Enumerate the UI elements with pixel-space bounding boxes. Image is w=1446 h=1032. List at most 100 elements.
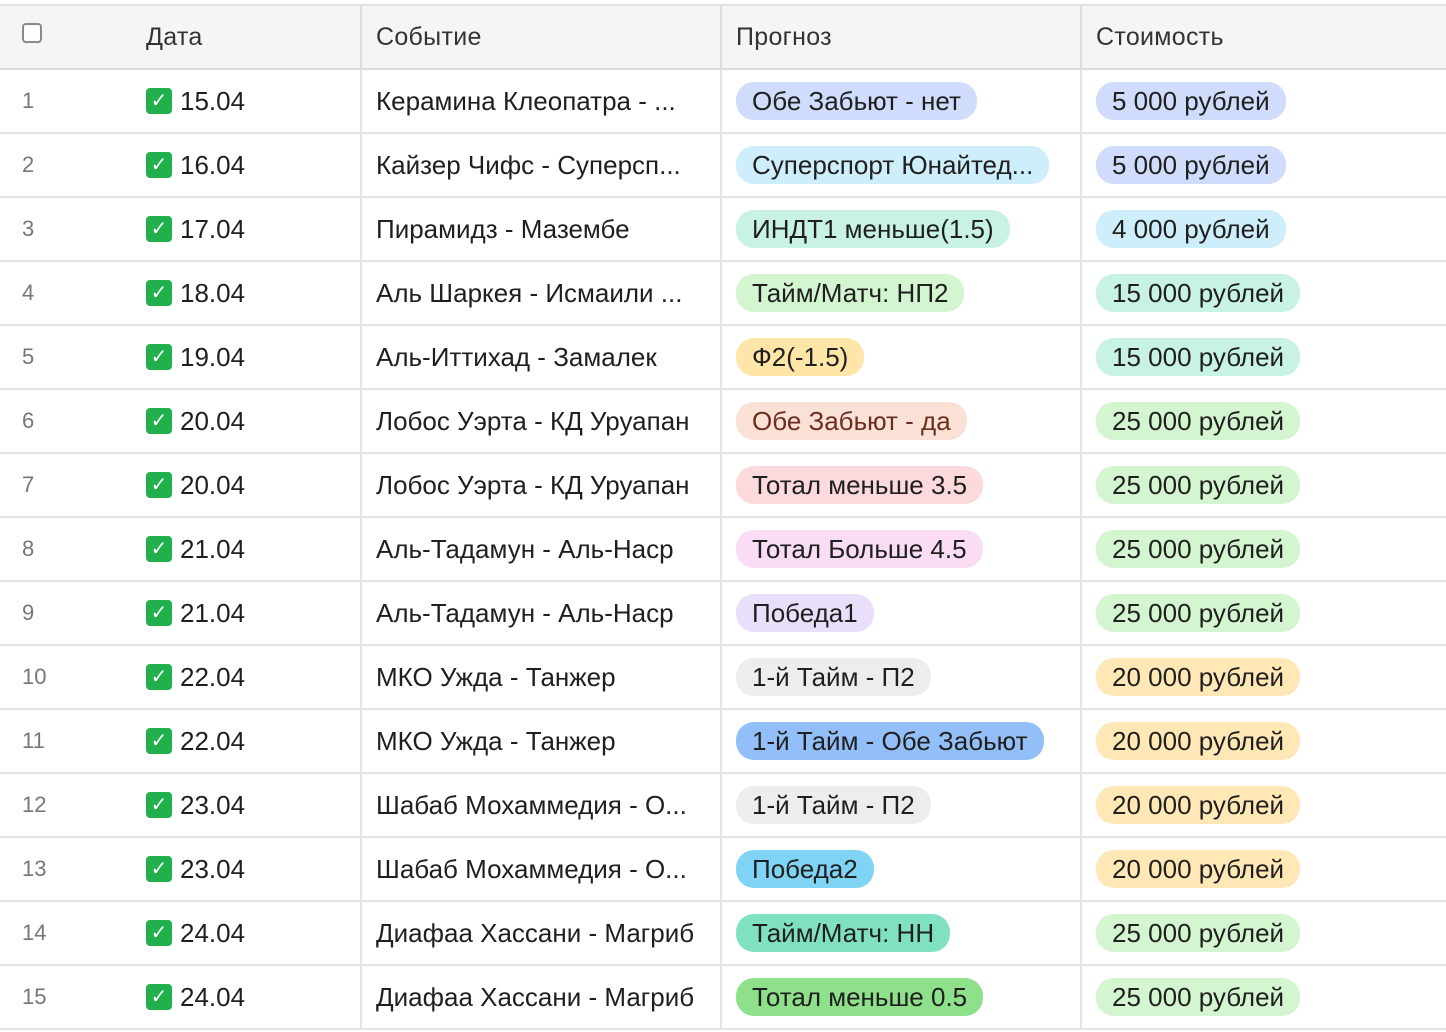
- prediction-cell[interactable]: Тотал меньше 3.5: [720, 454, 1080, 516]
- table-row[interactable]: 2 ✓ 16.04 Кайзер Чифс - Суперсп... Суперспор…: [0, 134, 1446, 198]
- cost-cell[interactable]: 20 000 рублей: [1080, 646, 1446, 708]
- date-cell[interactable]: ✓ 24.04: [140, 966, 360, 1028]
- date-cell[interactable]: ✓ 23.04: [140, 774, 360, 836]
- date-cell[interactable]: ✓ 15.04: [140, 70, 360, 132]
- event-cell[interactable]: Шабаб Мохаммедия - О...: [360, 774, 720, 836]
- table-row[interactable]: 14 ✓ 24.04 Диафаа Хассани - Магриб Тайм/Матч…: [0, 902, 1446, 966]
- date-cell[interactable]: ✓ 18.04: [140, 262, 360, 324]
- prediction-cell[interactable]: Обе Забьют - да: [720, 390, 1080, 452]
- event-label: МКО Ужда - Танжер: [376, 725, 616, 756]
- table-row[interactable]: 12 ✓ 23.04 Шабаб Мохаммедия - О... 1-й Тайм …: [0, 774, 1446, 838]
- table-row[interactable]: 7 ✓ 20.04 Лобос Уэрта - КД Уруапан Тотал мен…: [0, 454, 1446, 518]
- column-header-date[interactable]: Дата: [140, 6, 360, 68]
- cost-cell[interactable]: 15 000 рублей: [1080, 326, 1446, 388]
- table-row[interactable]: 3 ✓ 17.04 Пирамидз - Мазембе ИНДТ1 меньше(1.…: [0, 198, 1446, 262]
- date-label: 20.04: [180, 469, 246, 500]
- cost-cell[interactable]: 25 000 рублей: [1080, 518, 1446, 580]
- cost-cell[interactable]: 4 000 рублей: [1080, 198, 1446, 260]
- row-number-label: 11: [22, 728, 45, 753]
- row-number-label: 12: [22, 792, 47, 817]
- select-all-cell: [0, 6, 140, 68]
- date-cell[interactable]: ✓ 22.04: [140, 646, 360, 708]
- table-row[interactable]: 8 ✓ 21.04 Аль-Тадамун - Аль-Наср Тотал Больш…: [0, 518, 1446, 582]
- date-cell[interactable]: ✓ 22.04: [140, 710, 360, 772]
- prediction-cell[interactable]: Обе Забьют - нет: [720, 70, 1080, 132]
- date-label: 22.04: [180, 725, 246, 756]
- cost-cell[interactable]: 15 000 рублей: [1080, 262, 1446, 324]
- event-cell[interactable]: Лобос Уэрта - КД Уруапан: [360, 454, 720, 516]
- check-mark-icon: ✓: [146, 920, 172, 946]
- date-cell[interactable]: ✓ 16.04: [140, 134, 360, 196]
- cost-tag: 25 000 рублей: [1096, 402, 1301, 440]
- prediction-cell[interactable]: Суперспорт Юнайтед...: [720, 134, 1080, 196]
- table-row[interactable]: 5 ✓ 19.04 Аль-Иттихад - Замалек Ф2(-1.5) 15 0…: [0, 326, 1446, 390]
- column-header-event[interactable]: Событие: [360, 6, 720, 68]
- prediction-tag: Тотал меньше 3.5: [736, 466, 984, 504]
- date-label: 20.04: [180, 405, 246, 436]
- table-row[interactable]: 9 ✓ 21.04 Аль-Тадамун - Аль-Наср Победа1 25 0…: [0, 582, 1446, 646]
- prediction-cell[interactable]: Тайм/Матч: НН: [720, 902, 1080, 964]
- date-label: 23.04: [180, 789, 246, 820]
- prediction-cell[interactable]: Ф2(-1.5): [720, 326, 1080, 388]
- table-row[interactable]: 4 ✓ 18.04 Аль Шаркея - Исмаили ... Тайм/Матч…: [0, 262, 1446, 326]
- prediction-cell[interactable]: 1-й Тайм - П2: [720, 774, 1080, 836]
- cost-cell[interactable]: 25 000 рублей: [1080, 390, 1446, 452]
- event-cell[interactable]: Аль-Тадамун - Аль-Наср: [360, 518, 720, 580]
- column-header-prediction[interactable]: Прогноз: [720, 6, 1080, 68]
- event-cell[interactable]: Лобос Уэрта - КД Уруапан: [360, 390, 720, 452]
- row-number: 13: [0, 838, 140, 900]
- event-cell[interactable]: Диафаа Хассани - Магриб: [360, 902, 720, 964]
- table-row[interactable]: 1 ✓ 15.04 Керамина Клеопатра - ... Обе Забью…: [0, 70, 1446, 134]
- event-cell[interactable]: Керамина Клеопатра - ...: [360, 70, 720, 132]
- select-all-checkbox[interactable]: [22, 23, 42, 43]
- event-cell[interactable]: МКО Ужда - Танжер: [360, 710, 720, 772]
- row-number-label: 1: [22, 88, 35, 113]
- event-cell[interactable]: МКО Ужда - Танжер: [360, 646, 720, 708]
- event-cell[interactable]: Аль Шаркея - Исмаили ...: [360, 262, 720, 324]
- cost-cell[interactable]: 25 000 рублей: [1080, 902, 1446, 964]
- prediction-cell[interactable]: Тайм/Матч: НП2: [720, 262, 1080, 324]
- prediction-cell[interactable]: Победа1: [720, 582, 1080, 644]
- table-row[interactable]: 11 ✓ 22.04 МКО Ужда - Танжер 1-й Тайм - Обе …: [0, 710, 1446, 774]
- event-cell[interactable]: Кайзер Чифс - Суперсп...: [360, 134, 720, 196]
- event-label: Диафаа Хассани - Магриб: [376, 917, 695, 948]
- prediction-cell[interactable]: Тотал меньше 0.5: [720, 966, 1080, 1028]
- prediction-cell[interactable]: 1-й Тайм - П2: [720, 646, 1080, 708]
- prediction-cell[interactable]: ИНДТ1 меньше(1.5): [720, 198, 1080, 260]
- prediction-cell[interactable]: Победа2: [720, 838, 1080, 900]
- event-cell[interactable]: Диафаа Хассани - Магриб: [360, 966, 720, 1028]
- date-cell[interactable]: ✓ 21.04: [140, 518, 360, 580]
- prediction-cell[interactable]: Тотал Больше 4.5: [720, 518, 1080, 580]
- cost-cell[interactable]: 20 000 рублей: [1080, 838, 1446, 900]
- event-cell[interactable]: Аль-Иттихад - Замалек: [360, 326, 720, 388]
- date-cell[interactable]: ✓ 23.04: [140, 838, 360, 900]
- header-row: Дата Событие Прогноз Стоимость: [0, 4, 1446, 70]
- row-number: 3: [0, 198, 140, 260]
- event-cell[interactable]: Пирамидз - Мазембе: [360, 198, 720, 260]
- table-row[interactable]: 6 ✓ 20.04 Лобос Уэрта - КД Уруапан Обе Забью…: [0, 390, 1446, 454]
- date-cell[interactable]: ✓ 19.04: [140, 326, 360, 388]
- cost-cell[interactable]: 5 000 рублей: [1080, 134, 1446, 196]
- date-cell[interactable]: ✓ 17.04: [140, 198, 360, 260]
- cost-tag: 20 000 рублей: [1096, 786, 1301, 824]
- event-cell[interactable]: Шабаб Мохаммедия - О...: [360, 838, 720, 900]
- date-cell[interactable]: ✓ 20.04: [140, 390, 360, 452]
- cost-cell[interactable]: 20 000 рублей: [1080, 710, 1446, 772]
- event-cell[interactable]: Аль-Тадамун - Аль-Наср: [360, 582, 720, 644]
- row-number-label: 15: [22, 984, 47, 1009]
- table-row[interactable]: 15 ✓ 24.04 Диафаа Хассани - Магриб Тотал мен…: [0, 966, 1446, 1030]
- table-row[interactable]: 10 ✓ 22.04 МКО Ужда - Танжер 1-й Тайм - П2 20…: [0, 646, 1446, 710]
- cost-cell[interactable]: 20 000 рублей: [1080, 774, 1446, 836]
- cost-cell[interactable]: 25 000 рублей: [1080, 966, 1446, 1028]
- prediction-cell[interactable]: 1-й Тайм - Обе Забьют: [720, 710, 1080, 772]
- table-row[interactable]: 13 ✓ 23.04 Шабаб Мохаммедия - О... Победа2 20…: [0, 838, 1446, 902]
- cost-cell[interactable]: 5 000 рублей: [1080, 70, 1446, 132]
- date-cell[interactable]: ✓ 21.04: [140, 582, 360, 644]
- cost-cell[interactable]: 25 000 рублей: [1080, 454, 1446, 516]
- cost-cell[interactable]: 25 000 рублей: [1080, 582, 1446, 644]
- prediction-tag: Тотал меньше 0.5: [736, 978, 984, 1016]
- date-cell[interactable]: ✓ 20.04: [140, 454, 360, 516]
- date-label: 21.04: [180, 597, 246, 628]
- column-header-cost[interactable]: Стоимость: [1080, 6, 1446, 68]
- date-cell[interactable]: ✓ 24.04: [140, 902, 360, 964]
